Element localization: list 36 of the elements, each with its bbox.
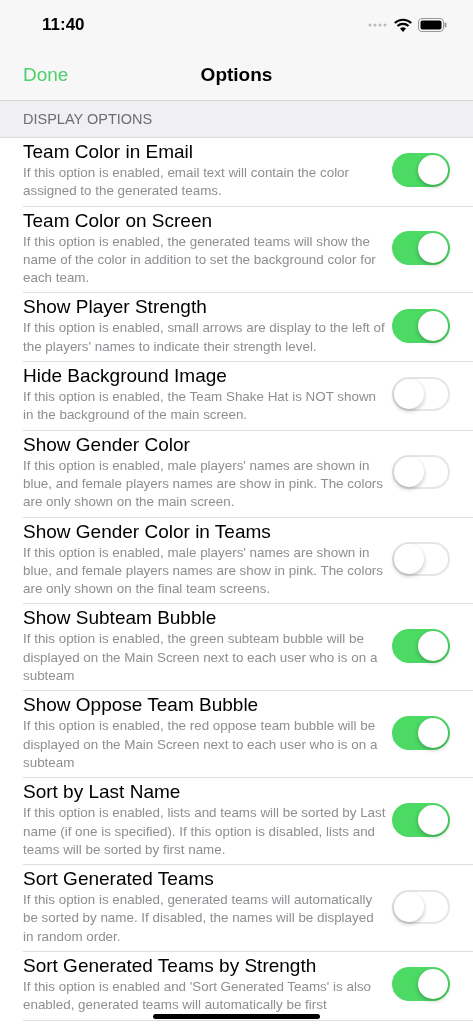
option-title: Show Gender Color in Teams (23, 519, 272, 544)
option-title: Show Player Strength (23, 295, 208, 320)
option-title: Team Color on Screen (23, 208, 214, 233)
option-title: Hide Background Image (23, 364, 228, 389)
toggle-switch[interactable] (392, 153, 450, 188)
option-title: Show Gender Color (23, 432, 191, 457)
option-description: If this option is enabled, the Team Shake Hat is NOT shown in the background of the main screen. (23, 388, 378, 425)
signal-dots-icon (368, 23, 388, 27)
toggle-switch[interactable] (392, 231, 450, 266)
option-description: If this option is enabled, male players' names are shown in blue, and female players names are show in pink. The colors are only shown on the main screen. (23, 456, 384, 512)
wifi-icon (394, 18, 412, 32)
option-description: If this option is enabled and 'Sort Generated Teams' is also enabled, generated teams will automatically be first (23, 978, 373, 1015)
option-title: Sort Generated Teams by Strength (23, 954, 318, 978)
option-description: If this option is enabled, the red oppose team bubble will be displayed on the Main Screen next to each user who is on a subteam (23, 717, 379, 772)
option-description: If this option is enabled, small arrows are display to the left of the players' names to indicate their strength level. (23, 319, 386, 356)
option-title: Team Color in Email (23, 140, 194, 164)
option-description: If this option is enabled, lists and teams will be sorted by Last name (if one is specified). If this option is disabled, lists and teams will be sorted by first name. (23, 804, 386, 859)
section-header: DISPLAY OPTIONS (23, 111, 153, 127)
status-time: 11:40 (42, 15, 85, 35)
battery-icon (418, 18, 447, 32)
toggle-switch[interactable] (392, 802, 450, 837)
option-title: Sort by Last Name (23, 780, 182, 805)
option-title: Show Subteam Bubble (23, 606, 218, 631)
nav-title: Options (200, 64, 273, 86)
option-description: If this option is enabled, the generated teams will show the name of the color in addition to set the background color for each team. (23, 232, 377, 288)
toggle-switch[interactable] (392, 628, 450, 663)
option-description: If this option is enabled, email text will contain the color assigned to the generated teams. (23, 164, 350, 201)
option-title: Sort Generated Teams (23, 867, 215, 892)
toggle-switch[interactable] (392, 715, 450, 750)
toggle-switch[interactable] (392, 967, 450, 1002)
option-description: If this option is enabled, the green subteam bubble will be displayed on the Main Screen next to each user who is on a subteam (23, 630, 379, 686)
option-description: If this option is enabled, male players' names are shown in blue, and female players names are show in pink. The colors are only shown on the final team screens. (23, 543, 384, 599)
toggle-switch[interactable] (392, 308, 450, 343)
option-title: Show Oppose Team Bubble (23, 693, 260, 718)
option-description: If this option is enabled, generated teams will automatically be sorted by name. If disabled, the names will be displayed in random order. (23, 891, 375, 946)
done-button[interactable]: Done (23, 64, 69, 86)
